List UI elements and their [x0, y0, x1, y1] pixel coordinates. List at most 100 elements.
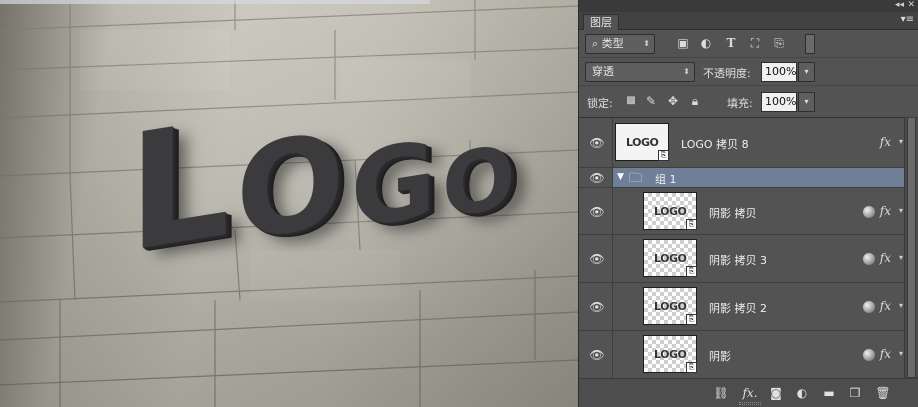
- image-filter-icon[interactable]: ▣: [675, 35, 691, 51]
- group-name[interactable]: 组 1: [655, 171, 677, 187]
- layer-thumbnail: LOGO ⎘: [643, 335, 697, 373]
- layer-name[interactable]: 阴影: [709, 348, 731, 364]
- resize-grip[interactable]: [739, 402, 761, 405]
- panel-menu-icon[interactable]: ▾≡: [901, 14, 914, 25]
- eye-icon[interactable]: 👁︎: [589, 252, 605, 266]
- thumbnail-text: LOGO: [654, 300, 687, 313]
- logo-letter: G: [350, 116, 443, 253]
- lock-row: 锁定: ▩ ✎ ✥ 🔒︎ 填充: 100% ▾: [579, 86, 918, 116]
- opacity-slider-button[interactable]: ▾: [798, 62, 815, 82]
- chevron-updown-icon: ⬍: [683, 67, 690, 76]
- mask-icon[interactable]: ◙: [768, 385, 784, 401]
- type-filter-icon[interactable]: T: [723, 35, 739, 51]
- layer-row[interactable]: 👁︎ LOGO ⎘ LOGO 拷贝 8 fx ▾: [579, 118, 905, 168]
- panel-tab-bar: 图层 ▾≡: [579, 12, 918, 30]
- logo-letter: O: [442, 125, 522, 239]
- filter-row: ⌕ 类型 ⬍ ▣ ◐ T ⛶ ⎘: [579, 30, 918, 58]
- blending-options-icon[interactable]: [863, 206, 875, 218]
- smart-object-filter-icon[interactable]: ⎘: [771, 35, 787, 51]
- blending-options-icon[interactable]: [863, 349, 875, 361]
- scrollbar-thumb[interactable]: [907, 117, 916, 378]
- lock-image-icon[interactable]: ✎: [643, 93, 659, 109]
- thumbnail-text: LOGO: [626, 136, 659, 149]
- document-canvas[interactable]: LOGO: [0, 0, 578, 407]
- visibility-column: 👁︎: [579, 118, 613, 167]
- adjustment-icon[interactable]: ◐: [794, 385, 810, 401]
- fill-slider-button[interactable]: ▾: [798, 92, 815, 112]
- filter-kind-label: 类型: [601, 37, 624, 50]
- thumbnail-text: LOGO: [654, 252, 687, 265]
- blend-mode-value: 穿透: [592, 65, 614, 78]
- layer-row[interactable]: 👁︎ LOGO ⎘ 阴影 fx ▾: [579, 331, 905, 379]
- thumbnail-text: LOGO: [654, 348, 687, 361]
- layer-thumbnail: LOGO ⎘: [643, 287, 697, 325]
- blend-row: 穿透 ⬍ 不透明度: 100% ▾: [579, 58, 918, 86]
- eye-icon[interactable]: 👁︎: [589, 136, 605, 150]
- layer-name[interactable]: 阴影 拷贝 3: [709, 252, 767, 268]
- layers-bottom-toolbar: ⛓ fx. ◙ ◐ ▬ ❐ 🗑︎: [579, 378, 918, 407]
- lock-transparent-icon[interactable]: ▩: [623, 93, 639, 109]
- chevron-down-icon[interactable]: ▾: [899, 301, 903, 310]
- fx-icon[interactable]: fx.: [739, 385, 761, 401]
- lock-label: 锁定:: [587, 97, 613, 110]
- layer-thumbnail: LOGO ⎘: [643, 239, 697, 277]
- layer-thumbnail: LOGO ⎘: [643, 192, 697, 230]
- collapse-icon[interactable]: ◂◂: [895, 0, 904, 10]
- chevron-down-icon[interactable]: ▾: [899, 253, 903, 262]
- fx-icon[interactable]: fx: [880, 299, 891, 313]
- eye-icon[interactable]: 👁︎: [589, 348, 605, 362]
- lock-all-icon[interactable]: 🔒︎: [687, 93, 703, 109]
- tab-layers[interactable]: 图层: [583, 14, 619, 30]
- new-layer-icon[interactable]: ❐: [847, 385, 863, 401]
- blending-options-icon[interactable]: [863, 301, 875, 313]
- fx-icon[interactable]: fx: [880, 251, 891, 265]
- visibility-column: 👁︎: [579, 188, 613, 234]
- group-row[interactable]: 👁︎ ▼ 🗀 组 1: [579, 168, 905, 188]
- lock-position-icon[interactable]: ✥: [665, 93, 681, 109]
- smart-object-icon: ⎘: [686, 314, 697, 325]
- blend-mode-dropdown[interactable]: 穿透 ⬍: [585, 62, 695, 82]
- layer-thumbnail: LOGO ⎘: [615, 123, 669, 161]
- chevron-down-icon[interactable]: ▾: [899, 349, 903, 358]
- layers-list[interactable]: 👁︎ LOGO ⎘ LOGO 拷贝 8 fx ▾ 👁︎ ▼ 🗀 组 1 👁︎ L…: [579, 117, 918, 379]
- eye-icon[interactable]: 👁︎: [589, 171, 605, 185]
- folder-icon[interactable]: ▬: [821, 385, 837, 401]
- fx-icon[interactable]: fx: [880, 135, 891, 149]
- layer-row[interactable]: 👁︎ LOGO ⎘ 阴影 拷贝 2 fx ▾: [579, 283, 905, 331]
- layer-name[interactable]: LOGO 拷贝 8: [681, 136, 749, 152]
- eye-icon[interactable]: 👁︎: [589, 300, 605, 314]
- shape-filter-icon[interactable]: ⛶: [747, 35, 763, 51]
- visibility-column: 👁︎: [579, 168, 613, 187]
- fill-input[interactable]: 100%: [761, 92, 797, 112]
- fx-icon[interactable]: fx: [880, 347, 891, 361]
- canvas-top-edge: [0, 0, 430, 4]
- logo-letter: L: [128, 83, 236, 288]
- filter-kind-dropdown[interactable]: ⌕ 类型 ⬍: [585, 34, 655, 54]
- chevron-down-icon[interactable]: ▼: [617, 172, 624, 182]
- thumbnail-text: LOGO: [654, 205, 687, 218]
- visibility-column: 👁︎: [579, 235, 613, 282]
- opacity-label: 不透明度:: [703, 67, 751, 80]
- layer-row[interactable]: 👁︎ LOGO ⎘ 阴影 拷贝 3 fx ▾: [579, 235, 905, 283]
- trash-icon[interactable]: 🗑︎: [875, 385, 891, 401]
- adjustment-filter-icon[interactable]: ◐: [698, 35, 714, 51]
- opacity-input[interactable]: 100%: [761, 62, 797, 82]
- link-icon[interactable]: ⛓: [713, 385, 729, 401]
- filter-toggle-switch[interactable]: [805, 34, 815, 54]
- chevron-down-icon[interactable]: ▾: [899, 137, 903, 146]
- eye-icon[interactable]: 👁︎: [589, 205, 605, 219]
- layers-scrollbar[interactable]: [904, 117, 918, 378]
- smart-object-icon: ⎘: [658, 150, 669, 161]
- layer-row[interactable]: 👁︎ LOGO ⎘ 阴影 拷贝 fx ▾: [579, 188, 905, 235]
- layer-name[interactable]: 阴影 拷贝 2: [709, 300, 767, 316]
- layers-panel: ◂◂ ✕ 图层 ▾≡ ⌕ 类型 ⬍ ▣ ◐ T ⛶ ⎘ 穿透 ⬍ 不透明度: 1…: [578, 0, 918, 407]
- visibility-column: 👁︎: [579, 331, 613, 378]
- fx-icon[interactable]: fx: [880, 204, 891, 218]
- smart-object-icon: ⎘: [686, 362, 697, 373]
- smart-object-icon: ⎘: [686, 266, 697, 277]
- layer-name[interactable]: 阴影 拷贝: [709, 205, 757, 221]
- close-icon[interactable]: ✕: [907, 0, 915, 10]
- search-icon: ⌕: [592, 37, 599, 50]
- chevron-down-icon[interactable]: ▾: [899, 206, 903, 215]
- blending-options-icon[interactable]: [863, 253, 875, 265]
